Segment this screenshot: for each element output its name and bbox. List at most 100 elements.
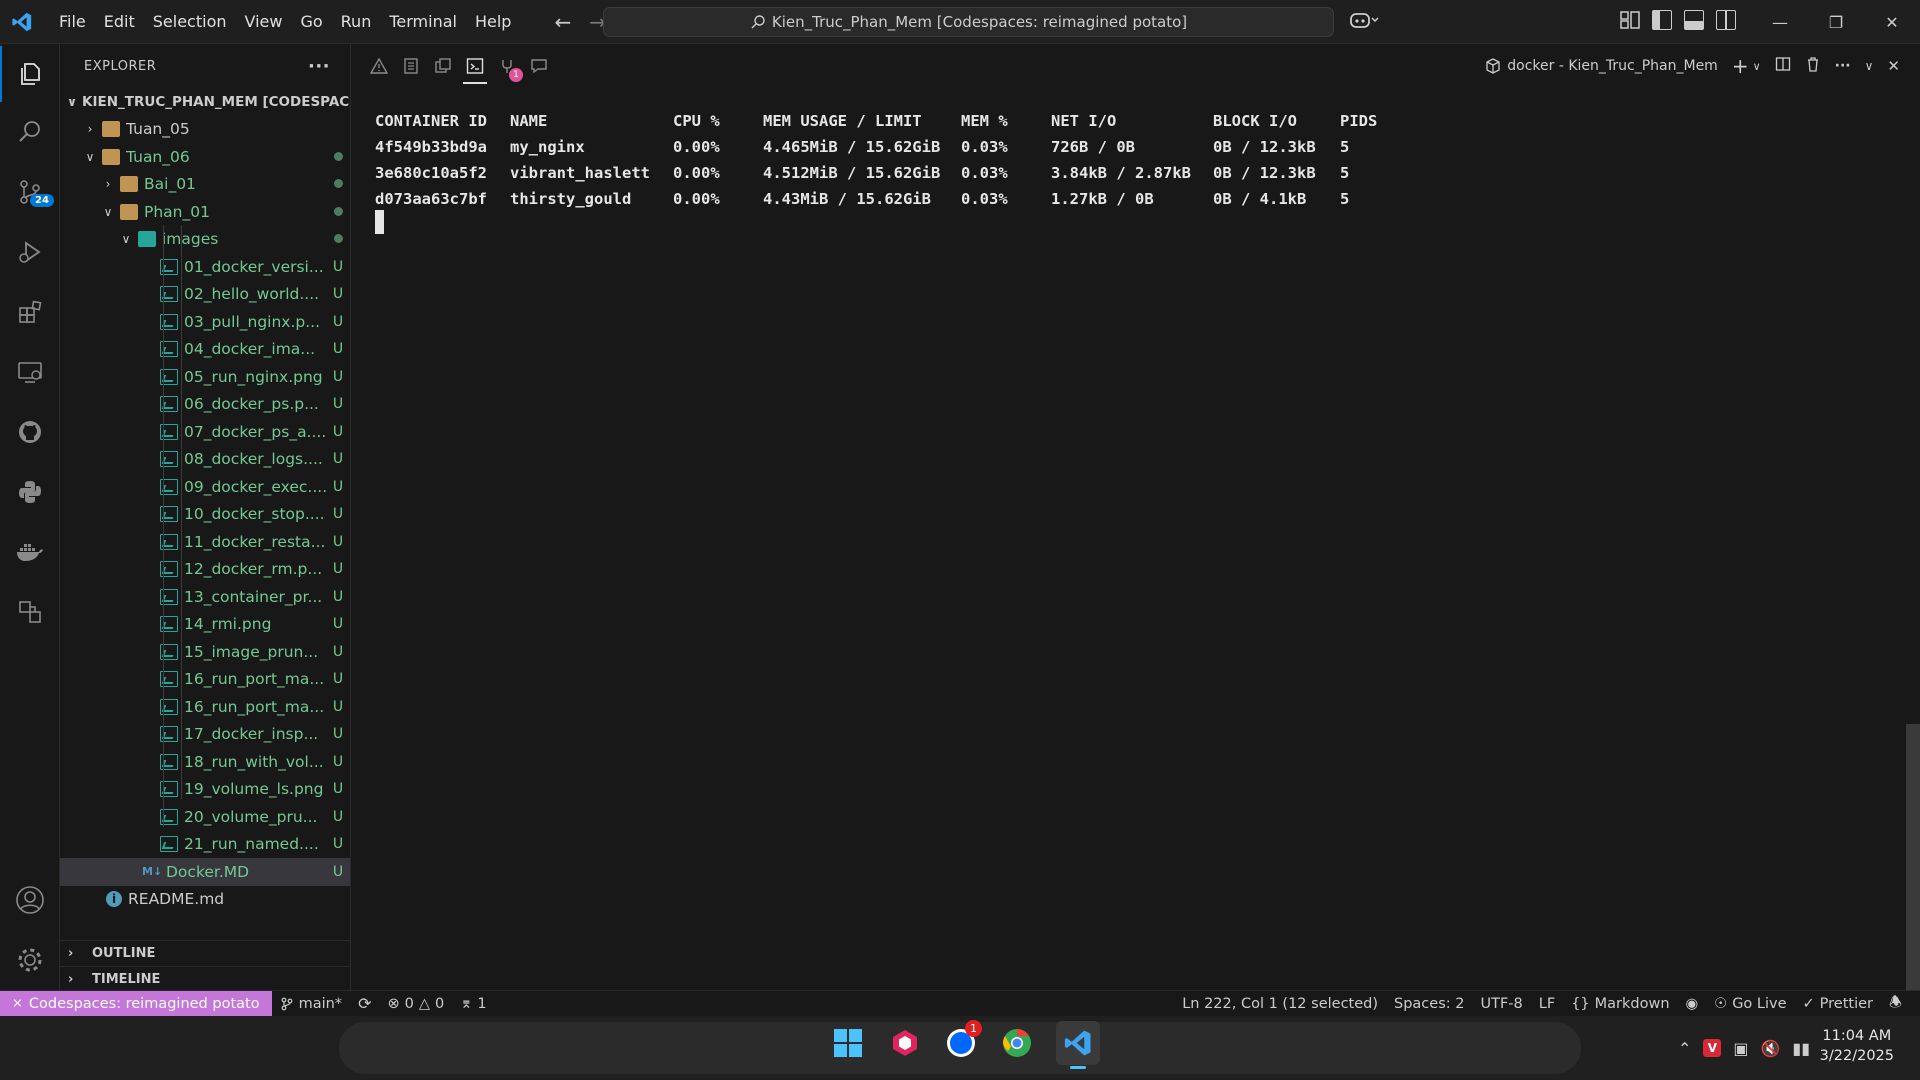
file-item[interactable]: 19_volume_ls.png U (60, 776, 350, 804)
problems-tab[interactable] (363, 44, 395, 88)
timeline-section[interactable]: › TIMELINE (60, 966, 350, 992)
vscode-taskbar-icon[interactable] (1056, 1021, 1100, 1069)
terminal-output[interactable]: CONTAINER ID NAME CPU % MEM USAGE / LIMI… (351, 88, 1920, 990)
display-icon[interactable]: ▣ (1733, 1039, 1748, 1058)
file-item[interactable]: 17_docker_insp... U (60, 721, 350, 749)
terminal-scrollbar[interactable] (1906, 724, 1920, 990)
extensions-icon[interactable] (0, 284, 60, 340)
explorer-more-actions-icon[interactable]: ··· (308, 56, 330, 77)
menu-selection[interactable]: Selection (144, 0, 236, 44)
file-item[interactable]: 13_container_pr... U (60, 583, 350, 611)
encoding[interactable]: UTF-8 (1472, 991, 1530, 1017)
file-item[interactable]: 16_run_port_ma... U (60, 666, 350, 694)
remote-indicator[interactable]: ⨯ Codespaces: reimagined potato (0, 990, 272, 1017)
menu-run[interactable]: Run (332, 0, 381, 44)
new-terminal-icon[interactable]: + (1732, 54, 1749, 78)
back-arrow-icon[interactable]: ← (554, 10, 571, 34)
customize-layout-icon[interactable] (1620, 10, 1640, 30)
copilot-status-icon[interactable]: ◉ (1678, 991, 1707, 1017)
show-hidden-icons-icon[interactable]: ⌃ (1678, 1039, 1691, 1058)
file-item-readme[interactable]: i README.md (60, 886, 350, 914)
folder-tuan-05[interactable]: › Tuan_05 (60, 116, 350, 144)
run-debug-icon[interactable] (0, 224, 60, 280)
menu-go[interactable]: Go (291, 0, 331, 44)
split-terminal-icon[interactable] (1775, 56, 1791, 76)
menu-edit[interactable]: Edit (95, 0, 144, 44)
file-item[interactable]: 01_docker_versi... U (60, 253, 350, 281)
folder-phan-01[interactable]: ∨ Phan_01 (60, 198, 350, 226)
file-item[interactable]: 20_volume_pru... U (60, 803, 350, 831)
accounts-icon[interactable] (0, 872, 60, 928)
indentation[interactable]: Spaces: 2 (1386, 991, 1472, 1017)
source-control-icon[interactable]: 24 (0, 164, 60, 220)
settings-gear-icon[interactable] (0, 932, 60, 988)
containers-icon[interactable] (0, 584, 60, 640)
maximize-panel-icon[interactable]: ∨ (1865, 59, 1874, 73)
speaker-muted-icon[interactable]: 🔇 (1760, 1039, 1780, 1058)
file-item[interactable]: 15_image_prun... U (60, 638, 350, 666)
python-icon[interactable] (0, 464, 60, 520)
terminal-tab[interactable] (459, 44, 491, 88)
docker-icon[interactable] (0, 524, 60, 580)
toggle-secondary-sidebar-icon[interactable] (1716, 10, 1736, 30)
search-icon[interactable] (0, 104, 60, 160)
comments-tab[interactable] (523, 44, 555, 88)
zalo-app-icon[interactable]: 1 (944, 1020, 982, 1060)
battery-icon[interactable]: ▮▮ (1792, 1039, 1810, 1058)
windows-start-icon[interactable] (831, 1026, 865, 1060)
security-app-icon[interactable] (888, 1026, 922, 1060)
file-item[interactable]: 09_docker_exec.... U (60, 473, 350, 501)
github-icon[interactable] (0, 404, 60, 460)
close-icon[interactable]: ✕ (1864, 0, 1920, 44)
menu-help[interactable]: Help (466, 0, 520, 44)
command-center[interactable]: Kien_Truc_Phan_Mem [Codespaces: reimagin… (603, 7, 1334, 37)
close-panel-icon[interactable]: ✕ (1887, 57, 1900, 75)
problems-indicator[interactable]: ⊗ 0 △ 0 (379, 991, 452, 1017)
vivaldi-tray-icon[interactable]: V (1703, 1039, 1722, 1057)
output-tab[interactable] (395, 44, 427, 88)
go-live-button[interactable]: ☉ Go Live (1706, 991, 1794, 1017)
chevron-down-icon[interactable]: ∨ (1753, 60, 1761, 73)
system-clock[interactable]: 11:04 AM 3/22/2025 (1820, 1026, 1894, 1066)
language-mode[interactable]: {} Markdown (1563, 991, 1677, 1017)
file-item-docker-md[interactable]: M↓ Docker.MD U (60, 858, 350, 886)
file-item[interactable]: 12_docker_rm.p... U (60, 556, 350, 584)
terminal-instance[interactable]: docker - Kien_Truc_Phan_Mem (1485, 58, 1718, 74)
menu-terminal[interactable]: Terminal (380, 0, 466, 44)
folder-images[interactable]: ∨ images (60, 226, 350, 254)
toggle-primary-sidebar-icon[interactable] (1652, 10, 1672, 30)
file-item[interactable]: 14_rmi.png U (60, 611, 350, 639)
folder-tuan-06[interactable]: ∨ Tuan_06 (60, 143, 350, 171)
more-actions-icon[interactable]: ··· (1835, 58, 1851, 74)
forwarded-ports-indicator[interactable]: ⌆ 1 (452, 991, 494, 1017)
branch-indicator[interactable]: main* (272, 991, 350, 1017)
toggle-panel-icon[interactable] (1684, 10, 1704, 30)
file-item[interactable]: 02_hello_world.... U (60, 281, 350, 309)
file-item[interactable]: 10_docker_stop.... U (60, 501, 350, 529)
file-item[interactable]: 07_docker_ps_a.... U (60, 418, 350, 446)
notifications-bell-icon[interactable]: 🕭 (1881, 991, 1910, 1017)
ports-tab[interactable]: 1 (491, 44, 523, 88)
file-item[interactable]: 08_docker_logs.... U (60, 446, 350, 474)
file-item[interactable]: 05_run_nginx.png U (60, 363, 350, 391)
cursor-position[interactable]: Ln 222, Col 1 (12 selected) (1174, 991, 1386, 1017)
end-of-line[interactable]: LF (1531, 991, 1563, 1017)
file-item[interactable]: 03_pull_nginx.p... U (60, 308, 350, 336)
file-item[interactable]: 04_docker_ima... U (60, 336, 350, 364)
outline-section[interactable]: › OUTLINE (60, 940, 350, 966)
file-item[interactable]: 06_docker_ps.p... U (60, 391, 350, 419)
file-item[interactable]: 18_run_with_vol... U (60, 748, 350, 776)
workspace-root[interactable]: ∨ KIEN_TRUC_PHAN_MEM [CODESPACES... (60, 88, 350, 116)
trash-icon[interactable] (1805, 56, 1821, 76)
explorer-icon[interactable] (0, 46, 60, 102)
prettier-status[interactable]: ✓ Prettier (1795, 991, 1882, 1017)
menu-file[interactable]: File (50, 0, 95, 44)
folder-bai-01[interactable]: › Bai_01 (60, 171, 350, 199)
file-item[interactable]: 11_docker_resta... U (60, 528, 350, 556)
menu-view[interactable]: View (236, 0, 292, 44)
file-item[interactable]: 16_run_port_ma... U (60, 693, 350, 721)
chrome-app-icon[interactable] (1000, 1026, 1034, 1060)
copilot-icon[interactable] (1349, 10, 1379, 35)
file-item[interactable]: 21_run_named.... U (60, 831, 350, 859)
remote-explorer-icon[interactable] (0, 344, 60, 400)
